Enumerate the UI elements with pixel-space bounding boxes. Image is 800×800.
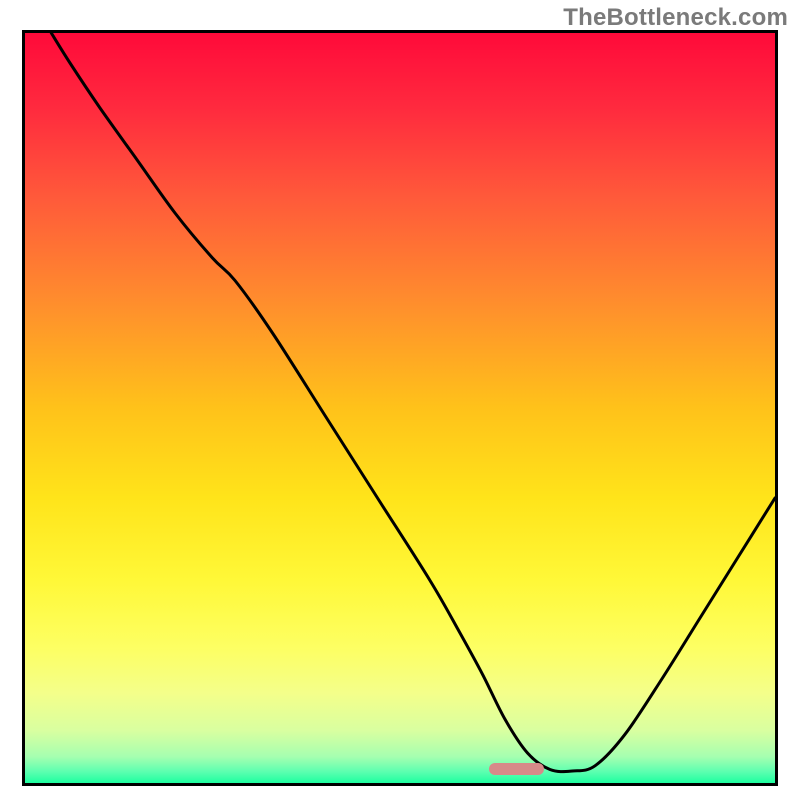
watermark-text: TheBottleneck.com [563, 4, 788, 32]
bottleneck-curve [25, 33, 775, 783]
chart-stage: TheBottleneck.com [0, 0, 800, 800]
plot-frame [22, 30, 778, 786]
optimal-range-marker [489, 763, 545, 775]
